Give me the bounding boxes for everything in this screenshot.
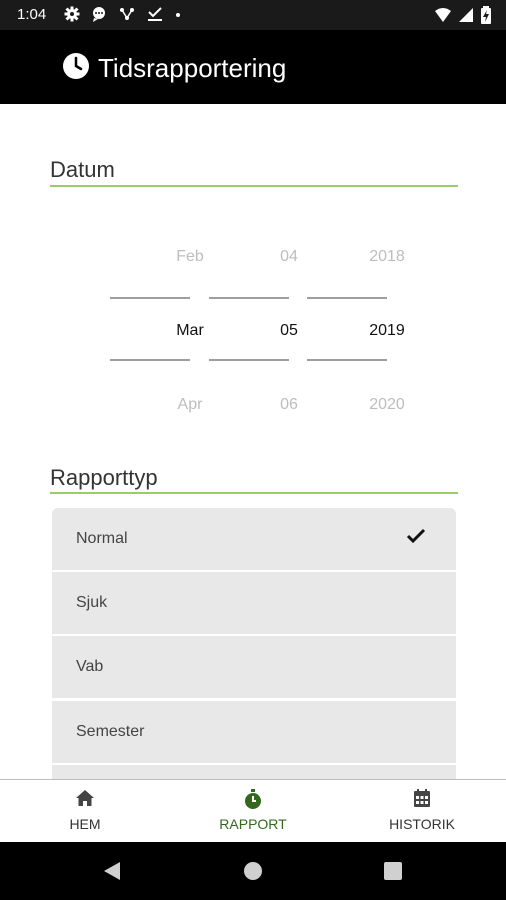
signal-icon: [458, 7, 474, 28]
download-done-icon: [146, 6, 164, 26]
wifi-icon: [434, 7, 452, 28]
app-bar: Tidsrapportering: [0, 30, 506, 104]
date-section-divider: [50, 185, 458, 187]
year-picker[interactable]: 2018 2019 2020: [307, 240, 405, 420]
status-notification-icons: [64, 6, 182, 26]
status-bar: 1:04: [0, 0, 506, 30]
report-type-label: Normal: [76, 530, 128, 547]
report-type-item-normal[interactable]: Normal: [52, 508, 456, 570]
day-picker-line-bottom: [209, 359, 289, 361]
year-picker-line-top: [307, 297, 387, 299]
year-prev[interactable]: 2018: [347, 248, 427, 266]
report-type-label: Semester: [76, 723, 145, 740]
nav-item-home[interactable]: HEM: [30, 788, 140, 832]
stopwatch-icon: [198, 788, 308, 810]
report-type-label: Sjuk: [76, 594, 108, 611]
year-next[interactable]: 2020: [347, 396, 427, 414]
report-type-section-divider: [50, 492, 458, 494]
clock-icon: [62, 52, 90, 85]
calendar-icon: [367, 788, 477, 810]
system-navigation-bar: [0, 842, 506, 900]
battery-icon: [480, 6, 492, 29]
checkmark-icon: [406, 527, 426, 550]
bottom-navigation: HEM RAPPORT HISTORIK: [0, 779, 506, 842]
day-picker[interactable]: 04 05 06: [209, 240, 298, 420]
app-title: Tidsrapportering: [98, 53, 287, 83]
network-icon: [118, 6, 136, 26]
chat-icon: [90, 6, 108, 26]
year-picker-line-bottom: [307, 359, 387, 361]
month-picker-line-bottom: [110, 359, 190, 361]
day-picker-line-top: [209, 297, 289, 299]
gear-icon: [64, 6, 80, 26]
report-type-item-partial[interactable]: [52, 765, 456, 779]
year-selected[interactable]: 2019: [347, 322, 427, 340]
recents-icon[interactable]: [384, 862, 402, 885]
nav-label: HEM: [69, 816, 101, 832]
month-picker[interactable]: Feb Mar Apr: [110, 240, 204, 420]
status-time: 1:04: [17, 6, 47, 23]
report-type-section-title: Rapporttyp: [50, 465, 158, 490]
report-type-item-vab[interactable]: Vab: [52, 636, 456, 698]
status-system-icons: [434, 6, 492, 29]
report-type-item-sjuk[interactable]: Sjuk: [52, 572, 456, 634]
back-icon[interactable]: [102, 861, 122, 886]
dot-icon: [174, 6, 182, 26]
app-title-group: Tidsrapportering: [62, 52, 286, 85]
report-type-item-semester[interactable]: Semester: [52, 701, 456, 763]
home-icon: [30, 788, 140, 810]
nav-label: HISTORIK: [389, 816, 455, 832]
home-circle-icon[interactable]: [243, 861, 263, 886]
nav-item-history[interactable]: HISTORIK: [367, 788, 477, 832]
nav-label: RAPPORT: [219, 816, 287, 832]
date-section-title: Datum: [50, 157, 115, 182]
month-picker-line-top: [110, 297, 190, 299]
nav-item-report[interactable]: RAPPORT: [198, 788, 308, 832]
report-type-label: Vab: [76, 658, 104, 675]
